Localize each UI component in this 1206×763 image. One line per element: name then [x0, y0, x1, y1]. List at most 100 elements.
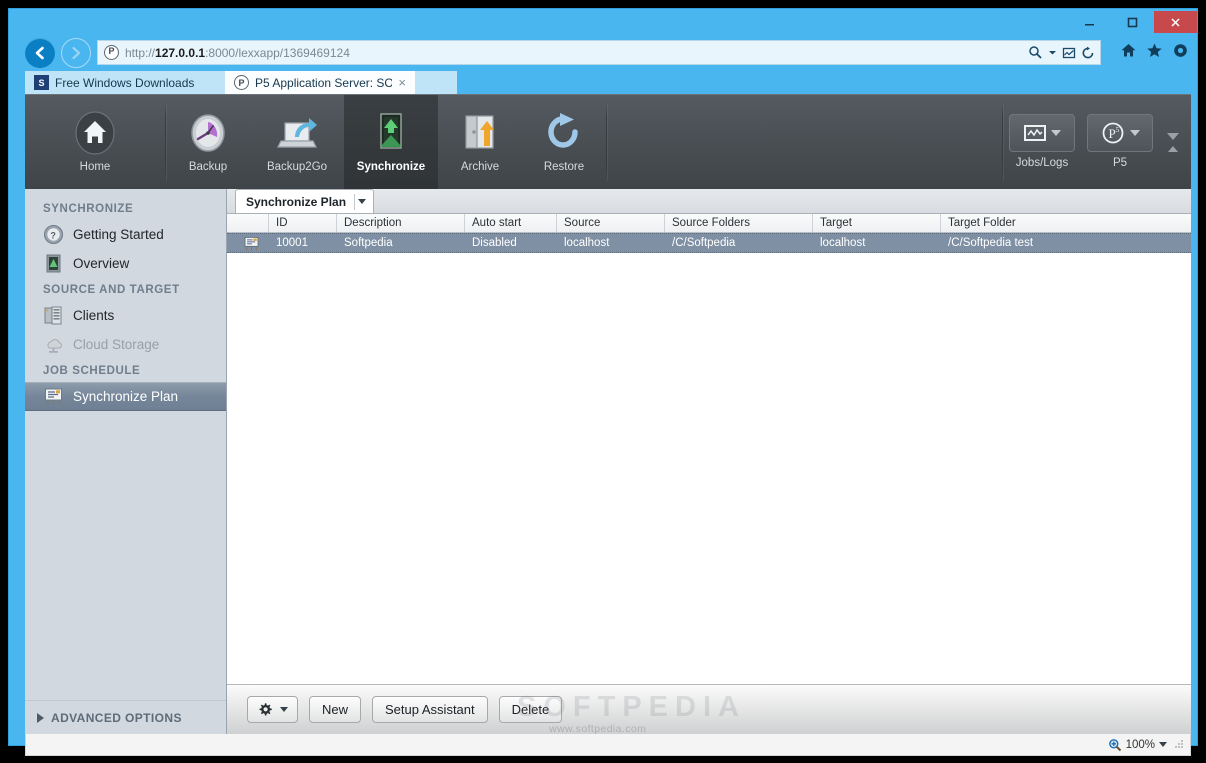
table-header-source-folders[interactable]: Source Folders	[665, 214, 813, 232]
minimize-icon[interactable]	[1068, 11, 1111, 33]
table-cell-target-folder: /C/Softpedia test	[948, 237, 1034, 249]
browser-toolbar-icons	[1120, 42, 1189, 59]
p5-dropdown[interactable]: P 5	[1087, 114, 1153, 153]
compatibility-view-icon[interactable]	[1062, 46, 1076, 60]
maximize-icon[interactable]	[1111, 11, 1154, 33]
jobs-logs-label: Jobs/Logs	[1015, 157, 1069, 170]
chevron-down-icon	[358, 199, 367, 204]
sidebar-group-job-schedule-title: JOB SCHEDULE	[43, 365, 141, 377]
question-globe-icon: ?	[44, 225, 63, 244]
sidebar-item-clients[interactable]: Clients	[25, 301, 226, 330]
table-cell-auto-start: Disabled	[472, 237, 517, 249]
back-button[interactable]	[25, 38, 55, 68]
gear-icon	[259, 702, 272, 715]
svg-text:?: ?	[50, 231, 56, 241]
browser-titlebar	[9, 9, 1197, 37]
browser-status-bar: 100%	[25, 734, 1191, 756]
table-header-source[interactable]: Source	[557, 214, 665, 232]
ribbon-item-archive-label: Archive	[460, 161, 500, 174]
url-path: :8000/lexxapp/1369469124	[205, 45, 350, 60]
ribbon-item-backup2go[interactable]: Backup2Go	[250, 95, 344, 189]
table-cell-source-folders: /C/Softpedia	[672, 237, 736, 249]
softpedia-favicon-icon: S	[34, 75, 49, 90]
sidebar-item-synchronize-plan[interactable]: Synchronize Plan	[25, 382, 226, 411]
table-header-target[interactable]: Target	[813, 214, 941, 232]
table-header-target-folder[interactable]: Target Folder	[941, 214, 1191, 232]
url-scheme: http://	[125, 45, 156, 60]
scroll-down-icon[interactable]	[1167, 132, 1179, 140]
app-body: SYNCHRONIZE ? Getting Started Overview S…	[25, 189, 1191, 734]
table-row-icon	[227, 235, 269, 252]
chevron-down-icon[interactable]	[1159, 742, 1167, 747]
ribbon-scroll-arrows[interactable]	[1159, 95, 1187, 189]
document-tab-row: Synchronize Plan	[227, 189, 1191, 214]
table-header-icon[interactable]	[227, 214, 269, 232]
new-tab-button[interactable]	[415, 71, 457, 94]
plan-board-icon	[244, 236, 259, 251]
sidebar-item-cloud-storage[interactable]: Cloud Storage	[25, 330, 226, 359]
ribbon-item-synchronize[interactable]: Synchronize	[344, 95, 438, 189]
delete-button[interactable]: Delete	[498, 696, 563, 723]
gear-menu-button[interactable]	[247, 696, 298, 723]
zoom-level: 100%	[1125, 738, 1155, 751]
table-empty-area[interactable]	[227, 253, 1191, 684]
advanced-options-toggle[interactable]: ADVANCED OPTIONS	[25, 700, 226, 734]
table-cell-description: Softpedia	[344, 237, 393, 249]
chevron-down-icon[interactable]	[1048, 48, 1057, 57]
sidebar-item-cloud-storage-label: Cloud Storage	[73, 337, 160, 352]
setup-assistant-button[interactable]: Setup Assistant	[372, 696, 488, 723]
sidebar-item-overview[interactable]: Overview	[25, 249, 226, 278]
browser-tab-0[interactable]: S Free Windows Downloads	[25, 71, 225, 94]
document-tab-label: Synchronize Plan	[246, 194, 347, 209]
url-input[interactable]: P http://127.0.0.1:8000/lexxapp/13694691…	[97, 40, 1101, 65]
browser-tab-1-title: P5 Application Server: SOFT...	[255, 75, 393, 90]
table-header-auto-start[interactable]: Auto start	[465, 214, 557, 232]
tab-close-icon[interactable]: ×	[398, 75, 406, 90]
p5-favicon-icon: P	[234, 75, 249, 90]
sidebar-group-synchronize-title: SYNCHRONIZE	[43, 203, 134, 215]
favorites-star-icon[interactable]	[1146, 42, 1163, 59]
table-cell-source: localhost	[564, 237, 610, 249]
advanced-options-label: ADVANCED OPTIONS	[51, 710, 182, 725]
close-icon[interactable]	[1154, 11, 1197, 33]
new-button[interactable]: New	[309, 696, 362, 723]
zoom-icon	[1108, 738, 1121, 751]
table-header-id[interactable]: ID	[269, 214, 337, 232]
zoom-control[interactable]: 100%	[1108, 738, 1167, 752]
ribbon-button-p5[interactable]: P 5 P5	[1081, 95, 1159, 189]
sidebar-item-getting-started[interactable]: ? Getting Started	[25, 220, 226, 249]
ribbon-item-restore-label: Restore	[543, 161, 585, 174]
forward-button[interactable]	[61, 38, 91, 68]
document-tab-synchronize-plan[interactable]: Synchronize Plan	[235, 189, 375, 213]
ribbon-item-home[interactable]: Home	[25, 95, 165, 189]
ribbon-item-synchronize-label: Synchronize	[356, 161, 426, 174]
table-header-description[interactable]: Description	[337, 214, 465, 232]
browser-tab-1[interactable]: P P5 Application Server: SOFT... ×	[225, 71, 415, 94]
search-icon[interactable]	[1028, 45, 1043, 60]
ribbon-item-archive[interactable]: Archive	[438, 95, 522, 189]
ribbon-item-backup[interactable]: Backup	[166, 95, 250, 189]
document-tab-menu-button[interactable]	[354, 193, 369, 210]
archive-door-icon	[457, 110, 503, 156]
scroll-up-icon[interactable]	[1168, 145, 1178, 152]
softpedia-watermark-url: www.softpedia.com	[549, 723, 647, 734]
gear-icon[interactable]	[1172, 42, 1189, 59]
chevron-right-icon	[37, 712, 44, 723]
app-sidebar: SYNCHRONIZE ? Getting Started Overview S…	[25, 189, 227, 734]
table-row[interactable]: 10001 Softpedia Disabled localhost /C/So…	[227, 233, 1191, 253]
backup-clock-icon	[186, 110, 230, 156]
refresh-icon[interactable]	[1081, 46, 1095, 60]
plan-board-icon	[45, 388, 62, 406]
sidebar-item-getting-started-label: Getting Started	[73, 227, 164, 242]
jobs-logs-dropdown[interactable]	[1009, 114, 1075, 153]
sidebar-scroll: SYNCHRONIZE ? Getting Started Overview S…	[25, 189, 226, 700]
ribbon-item-restore[interactable]: Restore	[522, 95, 606, 189]
ribbon-button-jobs-logs[interactable]: Jobs/Logs	[1003, 95, 1081, 189]
browser-window: P http://127.0.0.1:8000/lexxapp/13694691…	[8, 8, 1198, 756]
overview-icon	[46, 254, 61, 273]
new-button-label: New	[322, 702, 349, 717]
home-icon[interactable]	[1120, 42, 1137, 59]
resize-grip-icon[interactable]	[1175, 740, 1184, 749]
application-viewport: Home Backup Backup2Go Synchronize Archiv…	[25, 94, 1191, 734]
action-button-bar: New Setup Assistant Delete SOFTPEDIA www…	[227, 684, 1191, 734]
